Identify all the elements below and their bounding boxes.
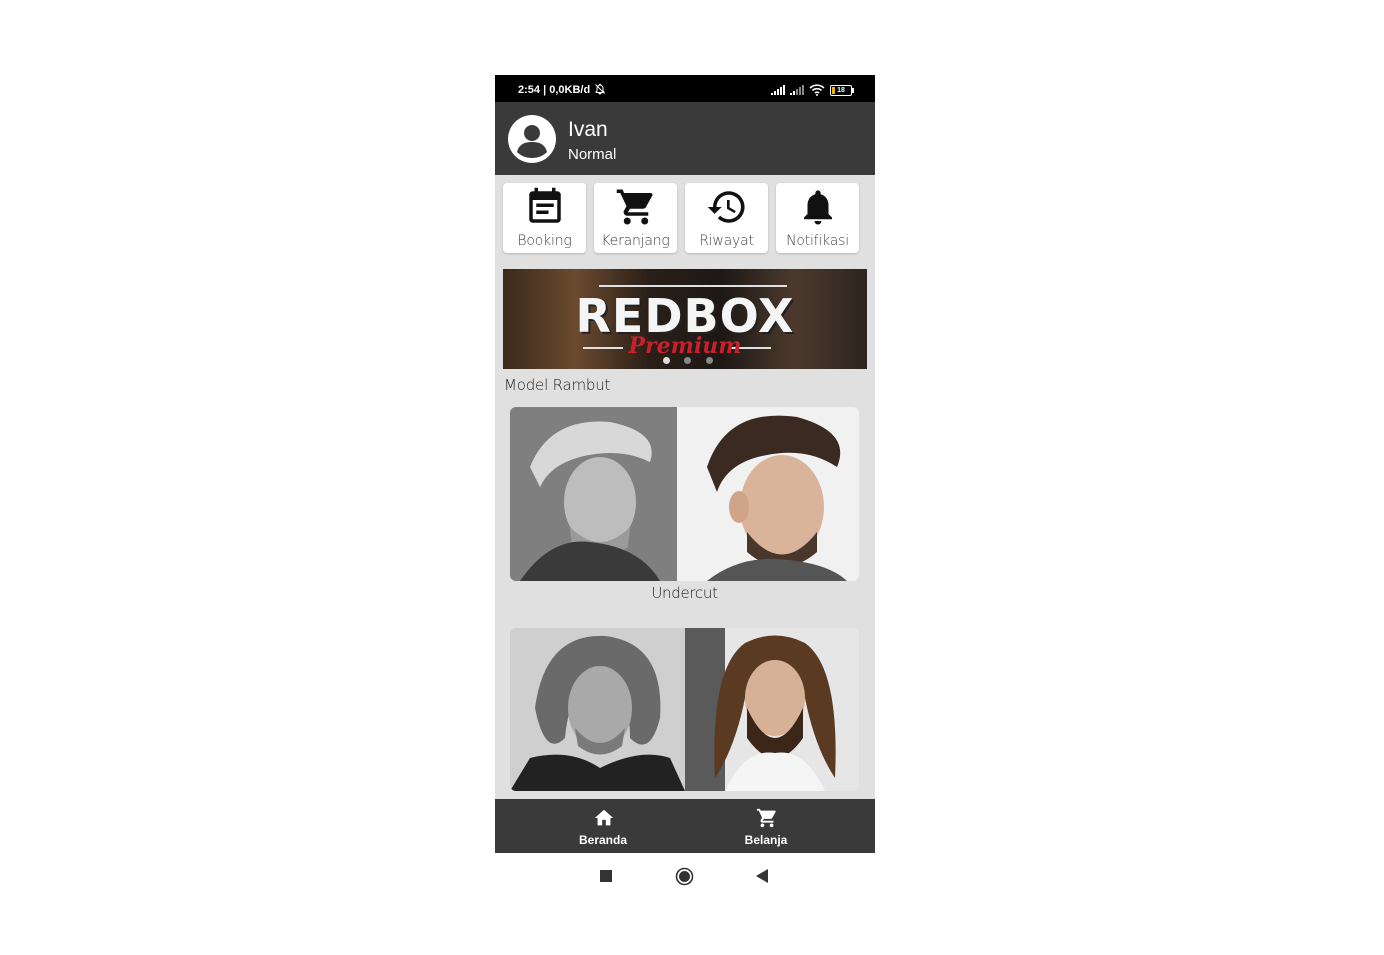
menu-notifikasi[interactable]: Notifikasi <box>776 183 859 253</box>
nav-label: Belanja <box>744 833 788 847</box>
recents-icon[interactable] <box>600 870 612 882</box>
nav-belanja[interactable]: Belanja <box>671 799 861 853</box>
battery-level: 18 <box>837 87 845 94</box>
hair-photo <box>510 407 677 581</box>
menu-label: Notifikasi <box>786 233 849 249</box>
hair-model-card[interactable] <box>510 407 859 581</box>
bell-icon <box>804 190 832 225</box>
carousel-indicator <box>663 351 723 364</box>
section-title: Model Rambut <box>504 376 611 394</box>
user-level: Normal <box>568 146 617 163</box>
nav-beranda[interactable]: Beranda <box>508 799 698 853</box>
hair-photo <box>677 407 859 581</box>
home-button-icon[interactable] <box>675 867 694 886</box>
menu-label: Booking <box>517 233 572 249</box>
wifi-icon <box>809 84 825 96</box>
status-bar: 2:54 | 0,0KB/d 18 <box>495 75 875 102</box>
carousel-dot[interactable] <box>684 357 692 364</box>
status-time: 2:54 | 0,0KB/d <box>518 84 591 96</box>
menu-riwayat[interactable]: Riwayat <box>685 183 768 253</box>
menu-grid: Booking Keranjang Riwayat Notifikasi <box>503 183 867 253</box>
user-icon <box>517 125 547 158</box>
menu-booking[interactable]: Booking <box>503 183 586 253</box>
home-icon <box>594 809 614 826</box>
history-icon <box>707 191 745 223</box>
bottom-nav: Beranda Belanja <box>495 799 875 853</box>
battery-icon: 18 <box>830 85 854 96</box>
bell-off-icon <box>595 83 605 95</box>
back-icon[interactable] <box>756 869 768 883</box>
phone-screen: 2:54 | 0,0KB/d 18 Ivan Normal Booking Ke… <box>495 75 875 901</box>
menu-label: Keranjang <box>601 233 670 249</box>
carousel-dot[interactable] <box>705 357 713 364</box>
carousel-dot[interactable] <box>663 357 670 364</box>
hair-photo <box>510 628 685 791</box>
menu-keranjang[interactable]: Keranjang <box>594 183 677 253</box>
user-name: Ivan <box>568 118 608 141</box>
menu-label: Riwayat <box>699 233 754 249</box>
signal-icon <box>790 85 804 95</box>
signal-icon <box>771 85 785 95</box>
cart-icon <box>616 189 653 225</box>
app-header: Ivan Normal <box>495 102 875 175</box>
system-nav-bar <box>495 853 875 901</box>
nav-label: Beranda <box>578 833 628 847</box>
hair-model-card[interactable] <box>510 628 859 791</box>
hair-model-caption: Undercut <box>651 584 718 602</box>
avatar[interactable] <box>508 115 556 163</box>
promo-banner[interactable]: REDBOX Premium <box>503 269 867 369</box>
banner-divider <box>599 285 787 287</box>
calendar-icon <box>529 187 561 223</box>
hair-photo <box>685 628 859 791</box>
cart-icon <box>756 808 776 828</box>
